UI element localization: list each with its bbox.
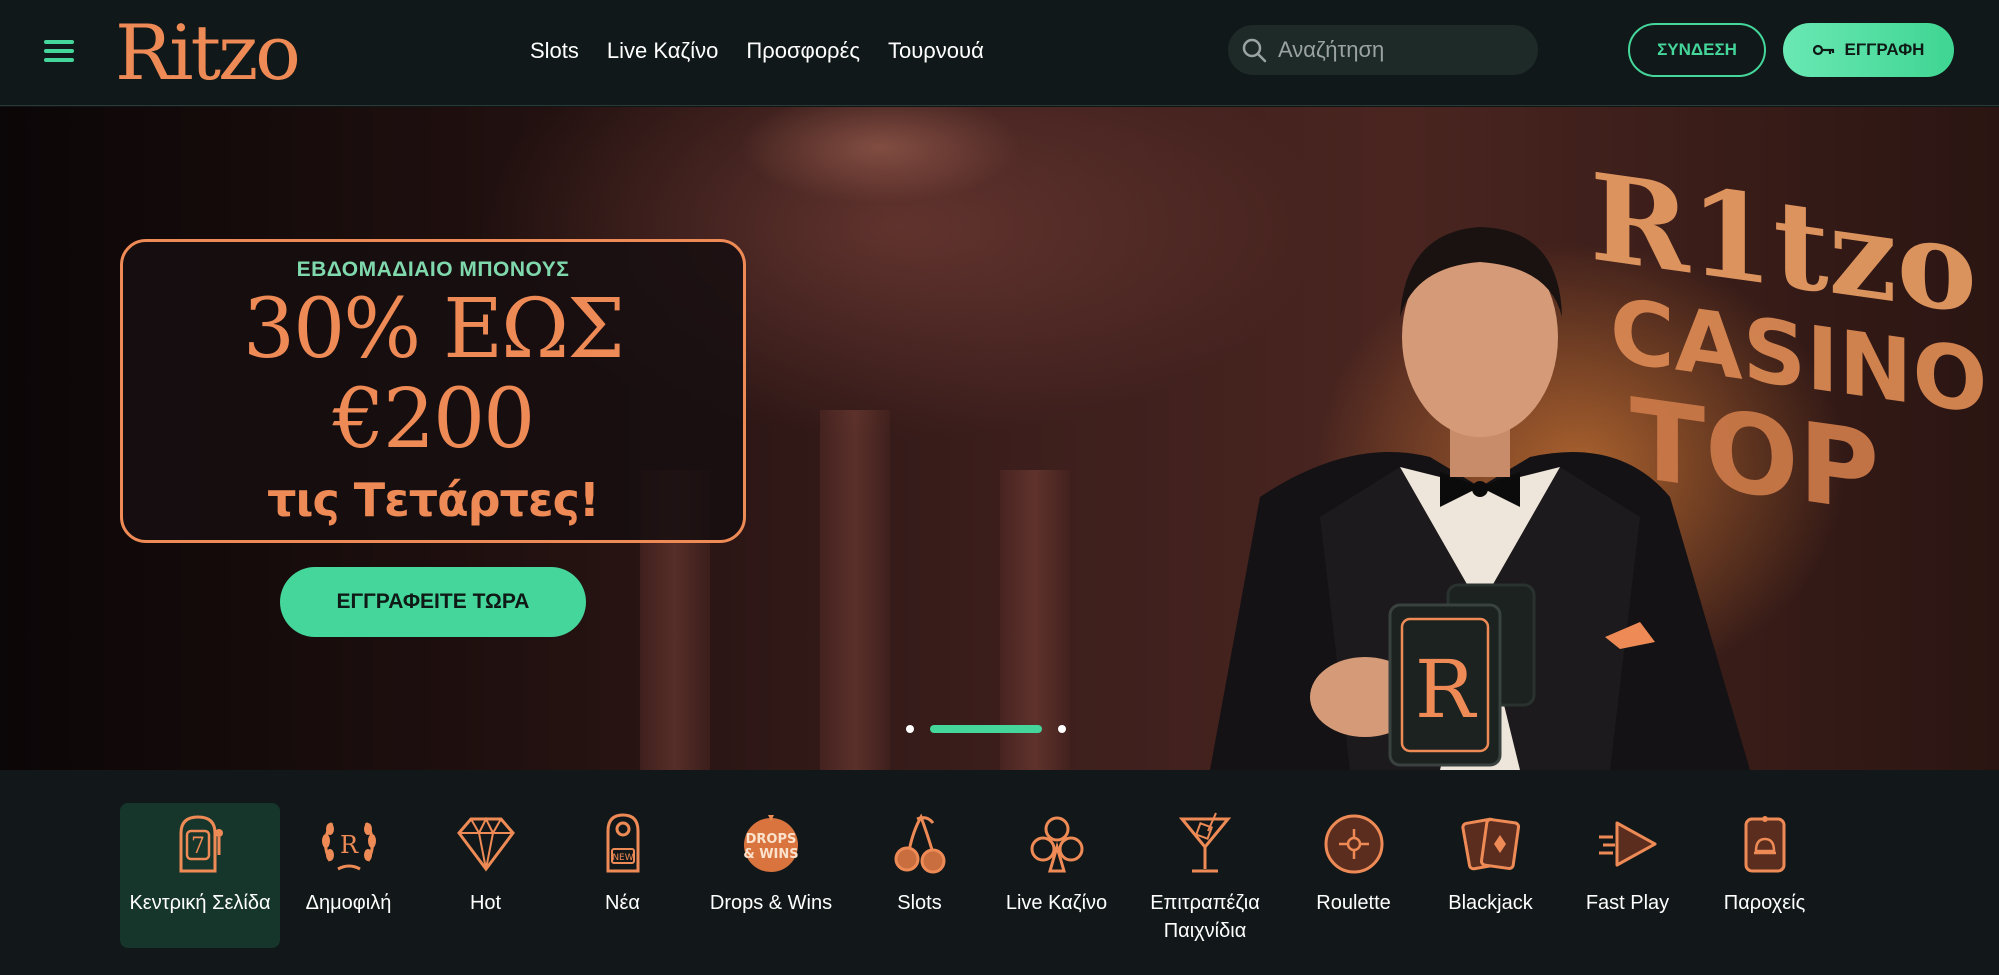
category-popular[interactable]: R Δημοφιλή [280,803,417,948]
signup-now-button[interactable]: ΕΓΓΡΑΦΕΙΤΕ ΤΩΡΑ [280,567,586,637]
main-nav: Slots Live Καζίνο Προσφορές Τουρνουά [530,36,984,66]
cocktail-icon [1178,812,1232,873]
category-label: Blackjack [1448,892,1533,914]
new-tag-text: NEW [612,853,633,863]
menu-icon[interactable] [44,40,74,64]
slot-machine-icon: 7 [179,815,223,873]
door-hanger-new-icon: NEW [606,813,639,873]
top-header: Ritzo Slots Live Καζίνο Προσφορές Τουρνο… [0,0,1999,106]
promo-headline-1: 30% ΕΩΣ [242,282,625,377]
cherries-icon [894,813,945,874]
category-label: Live Καζίνο [1005,892,1108,914]
category-slots[interactable]: Slots [851,803,988,948]
search-box[interactable] [1228,25,1538,75]
category-hot[interactable]: Hot [417,803,554,948]
host-illustration: R [1210,227,1750,770]
category-drops-wins[interactable]: DROPS & WINS Drops & Wins [691,803,851,948]
category-home[interactable]: 7 Κεντρική Σελίδα [120,803,280,948]
slide-dot-3[interactable] [1058,725,1066,733]
category-table-games[interactable]: Επιτραπέζια Παιχνίδια [1125,803,1285,948]
card-letter: R [1415,643,1478,736]
cards-icon [1460,817,1520,871]
category-label: Fast Play [1585,892,1670,914]
category-roulette[interactable]: Roulette [1285,803,1422,948]
category-fast-play[interactable]: Fast Play [1559,803,1696,948]
laurel-r-icon: R [321,822,376,871]
category-providers[interactable]: Παροχείς [1696,803,1833,948]
register-button[interactable]: ΕΓΓΡΑΦΗ [1783,23,1954,77]
svg-text:7: 7 [191,834,205,859]
category-label: Slots [897,892,942,914]
promo-card: ΕΒΔΟΜΑΔΙΑΙΟ ΜΠΟΝΟΥΣ 30% ΕΩΣ €200 τις Τετ… [120,239,746,543]
promo-headline-2: €200 [332,372,536,467]
drops-wins-icon: DROPS & WINS [743,815,799,872]
fast-play-icon [1598,821,1656,867]
category-live-casino[interactable]: Live Καζίνο [988,803,1125,948]
slide-dot-1[interactable] [906,725,914,733]
category-label: Δημοφιλή [305,892,392,914]
roulette-icon [1324,814,1383,874]
club-icon [1030,816,1083,873]
category-label: Επιτραπέζια Παιχνίδια [1150,892,1260,942]
category-label: Παροχείς [1723,892,1806,914]
category-label: Drops & Wins [709,892,833,914]
category-label: Hot [469,892,502,914]
provider-icon [1744,816,1785,873]
diamond-icon [456,816,515,872]
category-list: 7 Κεντρική Σελίδα R Δημοφιλή Hot NEW Νέα… [120,803,1833,948]
category-bar: 7 Κεντρική Σελίδα R Δημοφιλή Hot NEW Νέα… [0,770,1999,975]
site-logo[interactable]: Ritzo [115,8,301,98]
slide-dot-2[interactable] [930,725,1042,733]
category-label: Roulette [1316,892,1391,914]
promo-kicker: ΕΒΔΟΜΑΔΙΑΙΟ ΜΠΟΝΟΥΣ [296,258,570,281]
nav-promotions[interactable]: Προσφορές [746,36,860,66]
category-label: Νέα [605,892,640,914]
category-blackjack[interactable]: Blackjack [1422,803,1559,948]
search-icon [1242,38,1267,63]
key-icon [1812,44,1834,56]
category-new[interactable]: NEW Νέα [554,803,691,948]
promo-subline: τις Τετάρτες! [267,473,600,527]
login-button[interactable]: ΣΥΝΔΕΣΗ [1628,23,1766,77]
register-label: ΕΓΓΡΑΦΗ [1844,40,1925,59]
drops-text: DROPS [746,832,797,847]
nav-tournaments[interactable]: Τουρνουά [888,36,984,66]
category-label: Κεντρική Σελίδα [129,892,271,914]
wins-text: & WINS [743,847,798,862]
search-input[interactable] [1278,37,1518,63]
nav-slots[interactable]: Slots [530,36,579,66]
svg-text:R: R [339,831,358,859]
hero-banner[interactable]: R1tzo CASINO TOP R ΕΒΔΟΜΑΔΙΑΙΟ ΜΠΟΝΟΥΣ 3… [0,107,1999,770]
slider-dots [906,724,1066,734]
nav-live-casino[interactable]: Live Καζίνο [607,36,718,66]
